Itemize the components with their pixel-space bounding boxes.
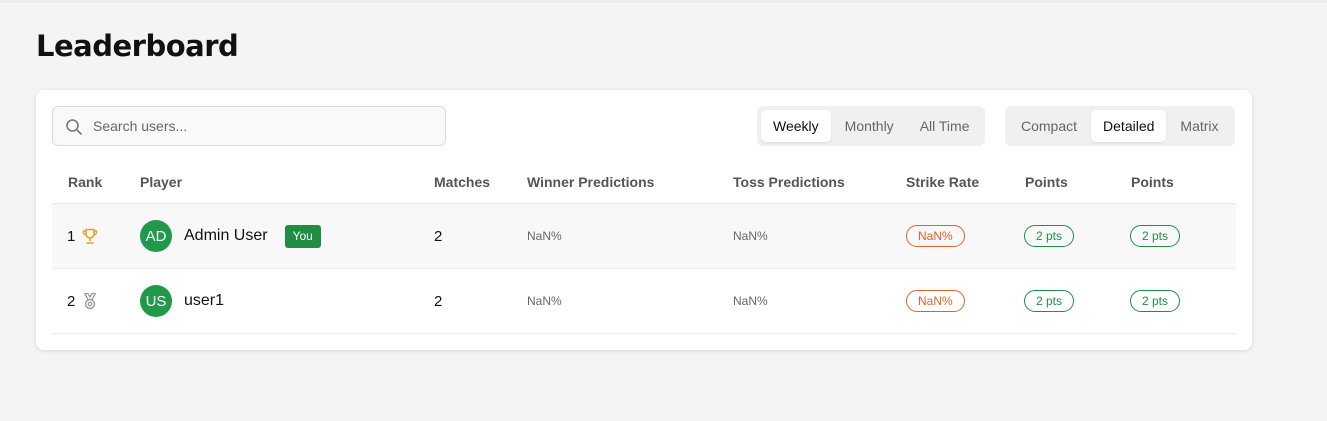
col-toss-predictions[interactable]: Toss Predictions (733, 174, 845, 190)
matches-value: 2 (434, 292, 443, 310)
toss-cell: NaN% (733, 204, 768, 268)
col-winner-predictions[interactable]: Winner Predictions (527, 174, 654, 190)
tab-monthly[interactable]: Monthly (833, 110, 906, 142)
points-cell: 2 pts (1024, 269, 1075, 333)
col-player[interactable]: Player (140, 174, 182, 190)
winner-predictions-value: NaN% (527, 229, 562, 243)
player-cell: US user1 (140, 269, 224, 333)
avatar: US (140, 285, 172, 317)
table-header: Rank Player Matches Winner Predictions T… (52, 160, 1236, 204)
player-name[interactable]: Admin User (184, 227, 268, 245)
you-badge: You (284, 224, 321, 248)
period-toggle: Weekly Monthly All Time (757, 106, 986, 146)
toss-predictions-value: NaN% (733, 294, 768, 308)
points-badge-2: 2 pts (1130, 225, 1181, 247)
table-row[interactable]: 1 AD Admin User You 2 NaN% NaN% NaN% 2 p… (52, 204, 1236, 269)
col-strike-rate[interactable]: Strike Rate (906, 174, 979, 190)
col-points[interactable]: Points (1025, 174, 1068, 190)
points-cell: 2 pts (1024, 204, 1075, 268)
rank-cell: 2 (67, 269, 99, 333)
tab-all-time[interactable]: All Time (908, 110, 982, 142)
rank-cell: 1 (67, 204, 99, 268)
tab-matrix[interactable]: Matrix (1168, 110, 1230, 142)
medal-icon (84, 292, 97, 310)
strike-rate-badge: NaN% (906, 225, 965, 247)
toss-predictions-value: NaN% (733, 229, 768, 243)
tab-weekly[interactable]: Weekly (761, 110, 831, 142)
rank-number: 1 (67, 227, 76, 245)
matches-value: 2 (434, 227, 443, 245)
toss-cell: NaN% (733, 269, 768, 333)
points-badge-2: 2 pts (1130, 290, 1181, 312)
search-box[interactable] (52, 106, 446, 146)
points-cell-2: 2 pts (1130, 269, 1181, 333)
points-badge: 2 pts (1024, 225, 1075, 247)
leaderboard-card: Weekly Monthly All Time Compact Detailed… (36, 90, 1252, 350)
winner-cell: NaN% (527, 269, 562, 333)
search-icon (66, 119, 82, 135)
winner-cell: NaN% (527, 204, 562, 268)
tab-detailed[interactable]: Detailed (1091, 110, 1167, 142)
winner-predictions-value: NaN% (527, 294, 562, 308)
player-name[interactable]: user1 (184, 292, 224, 310)
player-cell: AD Admin User You (140, 204, 321, 268)
strike-rate-badge: NaN% (906, 290, 965, 312)
search-input[interactable] (93, 107, 433, 145)
points-badge: 2 pts (1024, 290, 1075, 312)
matches-cell: 2 (434, 269, 442, 333)
view-toggle: Compact Detailed Matrix (1005, 106, 1235, 146)
col-rank[interactable]: Rank (68, 174, 102, 190)
points-cell-2: 2 pts (1130, 204, 1181, 268)
page-title: Leaderboard (36, 29, 239, 63)
trophy-icon (83, 228, 98, 244)
rank-number: 2 (67, 292, 76, 310)
tab-compact[interactable]: Compact (1009, 110, 1089, 142)
strike-cell: NaN% (906, 204, 965, 268)
avatar: AD (140, 220, 172, 252)
table-row[interactable]: 2 US user1 2 NaN% NaN% NaN% 2 pts 2 pts (52, 269, 1236, 334)
col-points-2[interactable]: Points (1131, 174, 1174, 190)
strike-cell: NaN% (906, 269, 965, 333)
matches-cell: 2 (434, 204, 442, 268)
col-matches[interactable]: Matches (434, 174, 490, 190)
